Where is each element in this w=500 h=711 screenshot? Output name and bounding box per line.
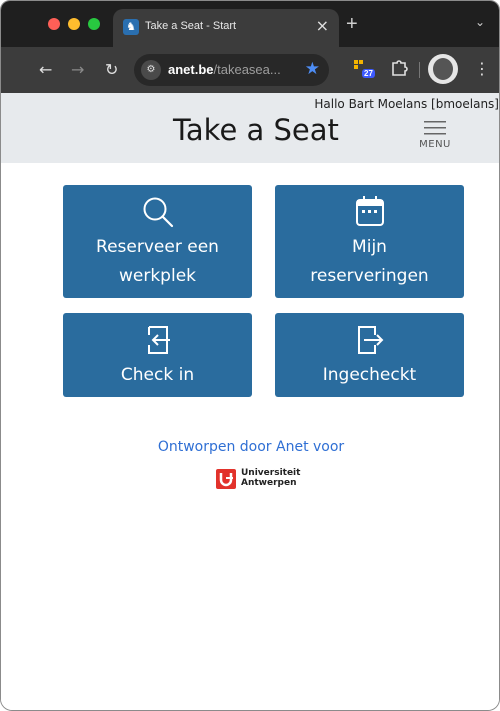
url-path: /takeasea... [213, 62, 281, 77]
university-logo[interactable]: Universiteit Antwerpen [216, 465, 316, 495]
menu-button[interactable]: MENU [415, 121, 455, 161]
maximize-window-button[interactable] [88, 18, 100, 30]
my-reservations-button[interactable]: Mijn reserveringen [275, 185, 464, 298]
university-name-line2: Antwerpen [241, 478, 297, 488]
close-window-button[interactable] [48, 18, 60, 30]
tile-label-line1: Mijn [352, 237, 387, 257]
page-title: Take a Seat [173, 113, 339, 147]
user-greeting: Hallo Bart Moelans [bmoelans] [314, 97, 499, 111]
new-tab-button[interactable]: + [346, 13, 358, 36]
minimize-window-button[interactable] [68, 18, 80, 30]
url-text[interactable]: anet.be/takeasea... [168, 62, 281, 77]
reload-icon[interactable]: ↻ [105, 60, 118, 79]
tile-label-line2: werkplek [118, 266, 196, 286]
menu-label: MENU [419, 139, 451, 150]
profile-avatar-icon[interactable] [428, 54, 458, 84]
university-logo-mark-icon [216, 469, 236, 489]
forward-arrow-icon[interactable]: → [71, 60, 84, 79]
profile-photo [433, 58, 453, 80]
search-icon [143, 197, 173, 228]
university-name-line1: Universiteit [241, 468, 301, 478]
hamburger-icon [424, 121, 446, 135]
tile-label-line2: reserveringen [310, 266, 429, 286]
tab-take-a-seat[interactable]: ♞ Take a Seat - Start × [113, 9, 339, 47]
tab-title: Take a Seat - Start [145, 20, 237, 32]
tile-label: Check in [120, 365, 195, 385]
check-in-button[interactable]: Check in [63, 313, 252, 397]
check-out-icon [357, 326, 383, 354]
site-header: Hallo Bart Moelans [bmoelans] Take a Sea… [1, 93, 499, 163]
page-content: Hallo Bart Moelans [bmoelans] Take a Sea… [1, 93, 499, 710]
checked-in-button[interactable]: Ingecheckt [275, 313, 464, 397]
tab-search-chevron-icon[interactable]: ⌄ [475, 15, 485, 29]
browser-toolbar: ← → ↻ ⚙ anet.be/takeasea... ★ 27 ⋮ [1, 47, 499, 93]
address-bar[interactable]: ⚙ anet.be/takeasea... ★ [134, 54, 329, 86]
reserve-workplace-button[interactable]: Reserveer een werkplek [63, 185, 252, 298]
tile-label: Ingecheckt [322, 365, 417, 385]
extension-badge: 27 [362, 69, 375, 78]
tab-strip: ♞ Take a Seat - Start × + ⌄ [1, 1, 499, 47]
url-domain: anet.be [168, 62, 214, 77]
browser-window: ♞ Take a Seat - Start × + ⌄ ← → ↻ ⚙ anet… [0, 0, 500, 711]
back-arrow-icon[interactable]: ← [39, 60, 52, 79]
university-name: Universiteit Antwerpen [241, 468, 300, 488]
calendar-icon [355, 196, 384, 226]
designed-by-link[interactable]: Ontworpen door Anet voor [1, 439, 499, 455]
more-options-icon[interactable]: ⋮ [474, 59, 490, 78]
bookmark-star-icon[interactable]: ★ [305, 59, 320, 79]
seat-favicon-icon: ♞ [123, 19, 139, 35]
site-info-icon[interactable]: ⚙ [141, 60, 161, 80]
toolbar-divider [419, 62, 420, 78]
tile-label-line1: Reserveer een [96, 237, 219, 257]
check-in-icon [147, 326, 170, 354]
tab-close-icon[interactable]: × [316, 16, 329, 35]
extensions-puzzle-icon[interactable] [389, 57, 409, 77]
